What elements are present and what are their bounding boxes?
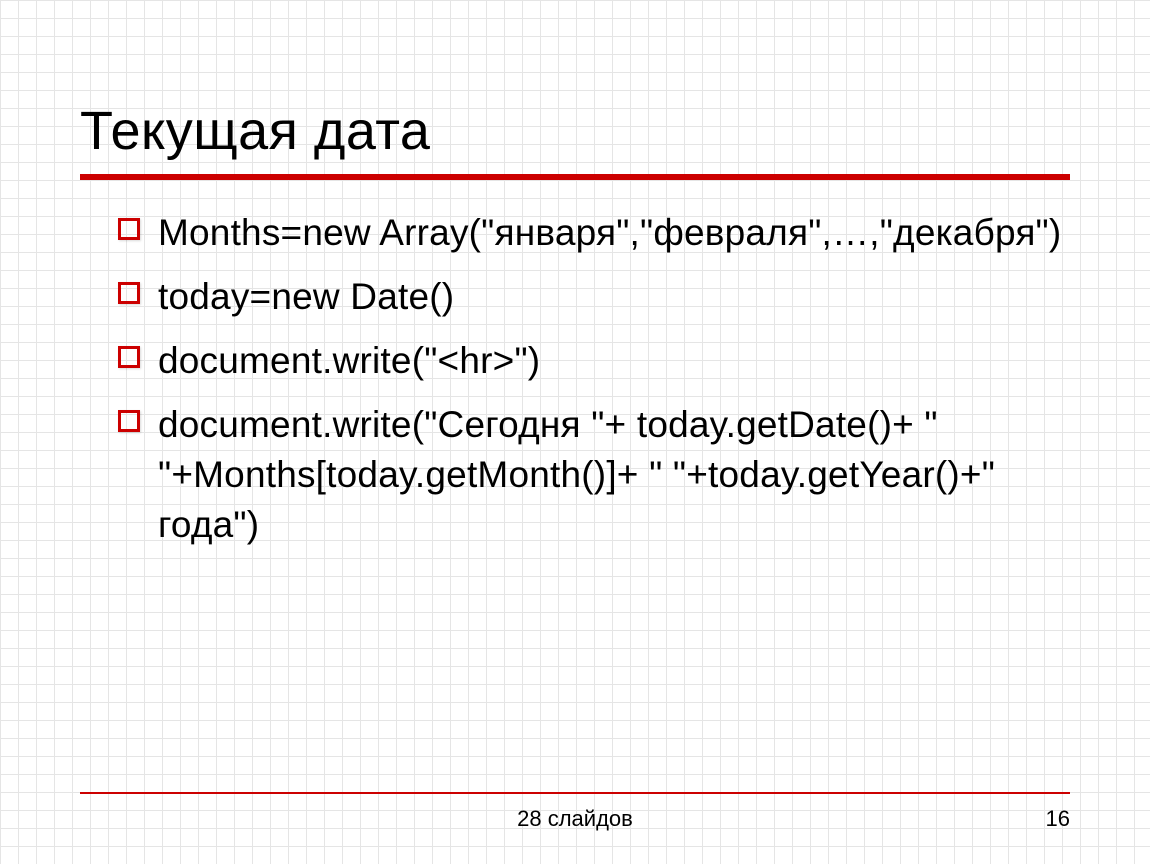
- square-bullet-icon: [118, 346, 140, 368]
- slide-number: 16: [1046, 806, 1070, 832]
- bullet-text: Months=new Array("января","февраля",…,"д…: [158, 208, 1061, 258]
- footer-row: 28 слайдов 16: [0, 806, 1150, 834]
- footer-center-text: 28 слайдов: [0, 806, 1150, 832]
- footer-line: [80, 792, 1070, 794]
- bullet-item: document.write("<hr>"): [118, 336, 1070, 386]
- square-bullet-icon: [118, 410, 140, 432]
- bullet-item: today=new Date(): [118, 272, 1070, 322]
- bullet-item: document.write("Сегодня "+ today.getDate…: [118, 400, 1070, 550]
- square-bullet-icon: [118, 218, 140, 240]
- content-area: Months=new Array("января","февраля",…,"д…: [80, 208, 1070, 550]
- slide-title: Текущая дата: [80, 100, 1070, 172]
- slide: Текущая дата Months=new Array("января","…: [0, 0, 1150, 864]
- footer: 28 слайдов 16: [0, 792, 1150, 834]
- bullet-item: Months=new Array("января","февраля",…,"д…: [118, 208, 1070, 258]
- bullet-text: document.write("Сегодня "+ today.getDate…: [158, 400, 1070, 550]
- square-bullet-icon: [118, 282, 140, 304]
- bullet-text: document.write("<hr>"): [158, 336, 540, 386]
- title-underline: [80, 174, 1070, 180]
- bullet-text: today=new Date(): [158, 272, 454, 322]
